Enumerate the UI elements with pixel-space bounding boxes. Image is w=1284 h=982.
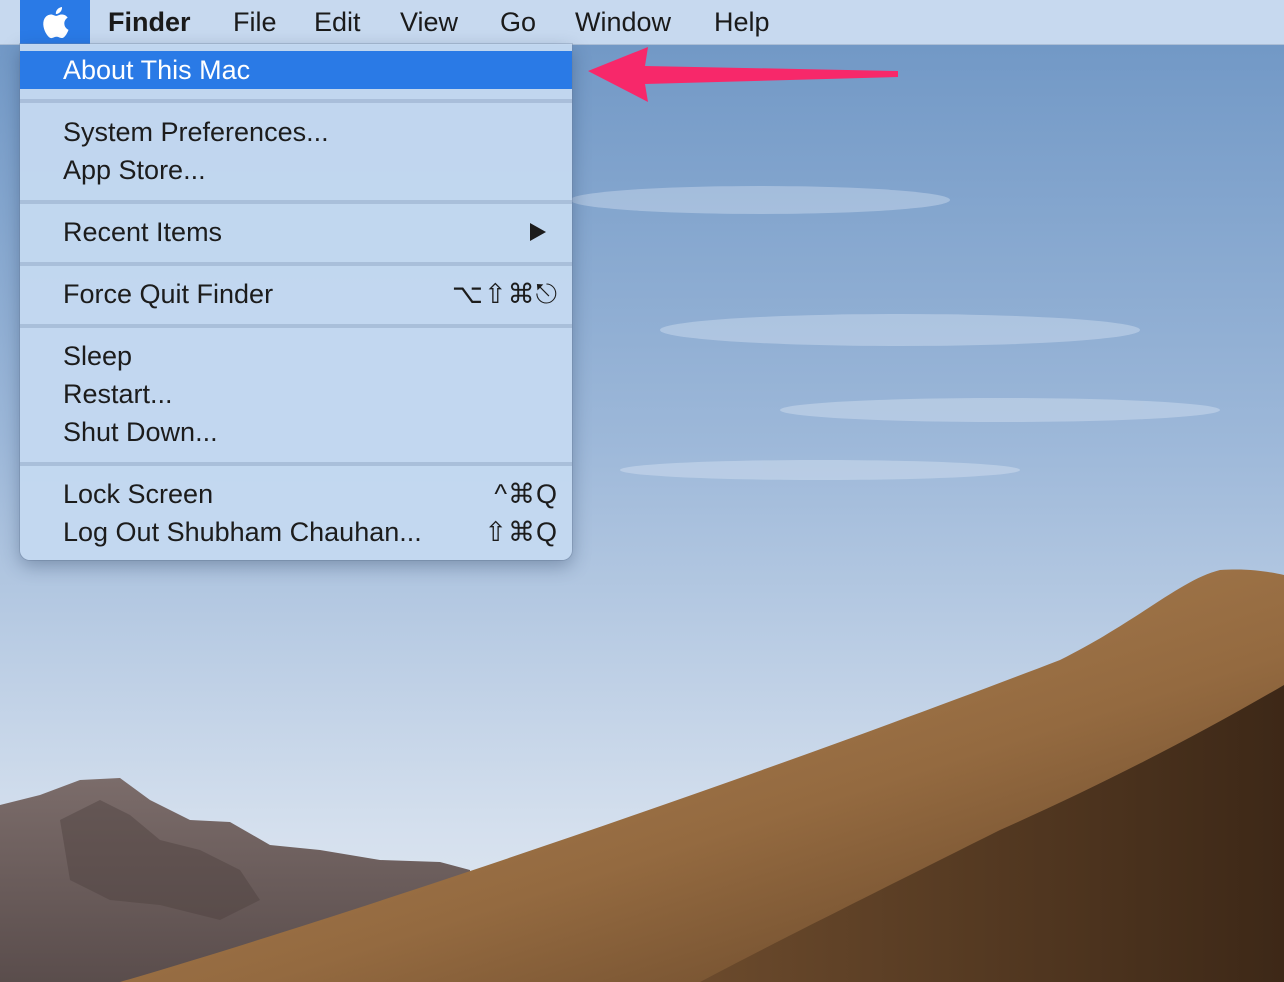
menubar-help[interactable]: Help (714, 0, 770, 44)
menu-item-label: Lock Screen (63, 479, 214, 509)
menu-item-force-quit-finder[interactable]: Force Quit Finder ⌥⇧⌘⎋ (20, 275, 572, 313)
menu-item-label: Sleep (63, 341, 133, 371)
menu-separator (20, 324, 572, 328)
menu-bar: Finder File Edit View Go Window Help (0, 0, 1284, 45)
keyboard-shortcut: ⇧⌘Q (484, 517, 558, 547)
apple-icon (43, 6, 69, 38)
apple-menu-button[interactable] (20, 0, 90, 44)
menu-item-restart[interactable]: Restart... (20, 375, 572, 413)
menu-separator (20, 200, 572, 204)
menu-item-label: Recent Items (63, 217, 223, 247)
keyboard-shortcut: ⌥⇧⌘⎋ (451, 279, 558, 309)
menu-item-label: Force Quit Finder (63, 279, 274, 309)
submenu-arrow-icon (530, 223, 546, 241)
menubar-view[interactable]: View (400, 0, 458, 44)
apple-menu-dropdown: About This Mac System Preferences... App… (20, 44, 572, 560)
menu-item-label: App Store... (63, 155, 206, 185)
menu-item-system-preferences[interactable]: System Preferences... (20, 113, 572, 151)
menu-item-app-store[interactable]: App Store... (20, 151, 572, 189)
menu-item-label: About This Mac (63, 55, 251, 85)
menubar-window[interactable]: Window (575, 0, 671, 44)
menu-item-recent-items[interactable]: Recent Items (20, 213, 572, 251)
menu-item-label: Shut Down... (63, 417, 218, 447)
menubar-edit[interactable]: Edit (314, 0, 361, 44)
menubar-app-name[interactable]: Finder (108, 0, 191, 44)
menu-item-label: System Preferences... (63, 117, 329, 147)
menu-item-about-this-mac[interactable]: About This Mac (20, 51, 572, 89)
menu-item-label: Restart... (63, 379, 173, 409)
menu-item-lock-screen[interactable]: Lock Screen ^⌘Q (20, 475, 572, 513)
menu-separator (20, 262, 572, 266)
menubar-file[interactable]: File (233, 0, 277, 44)
menu-item-label: Log Out Shubham Chauhan... (63, 517, 422, 547)
menu-separator (20, 99, 572, 103)
menubar-go[interactable]: Go (500, 0, 536, 44)
menu-item-log-out[interactable]: Log Out Shubham Chauhan... ⇧⌘Q (20, 513, 572, 551)
keyboard-shortcut: ^⌘Q (494, 479, 558, 509)
menu-item-sleep[interactable]: Sleep (20, 337, 572, 375)
menu-item-shut-down[interactable]: Shut Down... (20, 413, 572, 451)
menu-separator (20, 462, 572, 466)
